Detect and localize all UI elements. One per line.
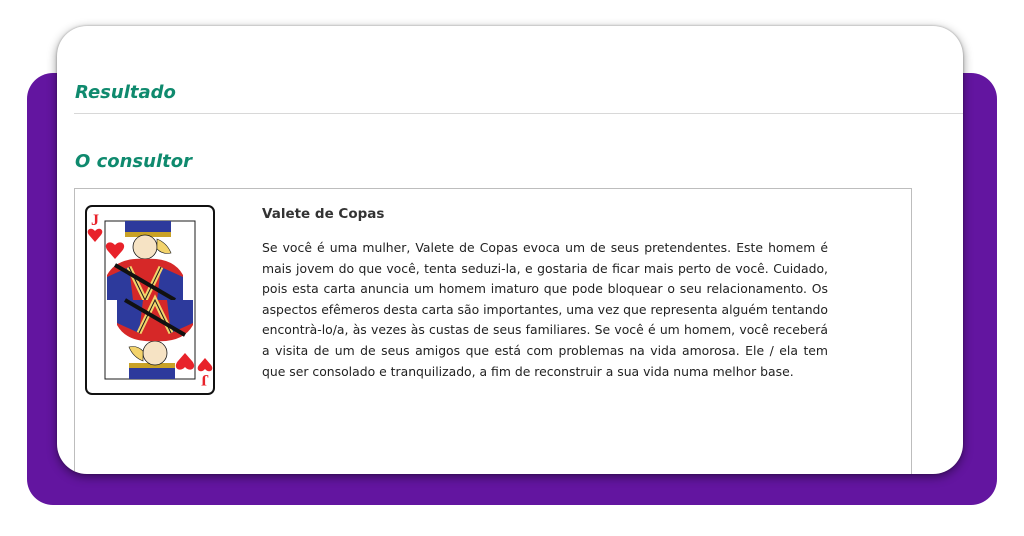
- svg-text:J: J: [201, 371, 209, 388]
- card-name: Valete de Copas: [262, 206, 385, 222]
- card-meaning-text: Se você é uma mulher, Valete de Copas ev…: [262, 240, 828, 379]
- svg-text:J: J: [91, 212, 99, 229]
- consultant-panel: J J Valete de Copas Se você é uma mulher…: [74, 188, 912, 474]
- section-divider: [74, 113, 963, 114]
- card-description: Valete de Copas Se você é uma mulher, Va…: [262, 206, 828, 382]
- result-card: Resultado O consultor J J Valete de Copa…: [57, 26, 963, 474]
- jack-of-hearts-card-icon: J J: [85, 205, 215, 395]
- result-heading: Resultado: [75, 82, 176, 103]
- consultant-heading: O consultor: [75, 151, 192, 172]
